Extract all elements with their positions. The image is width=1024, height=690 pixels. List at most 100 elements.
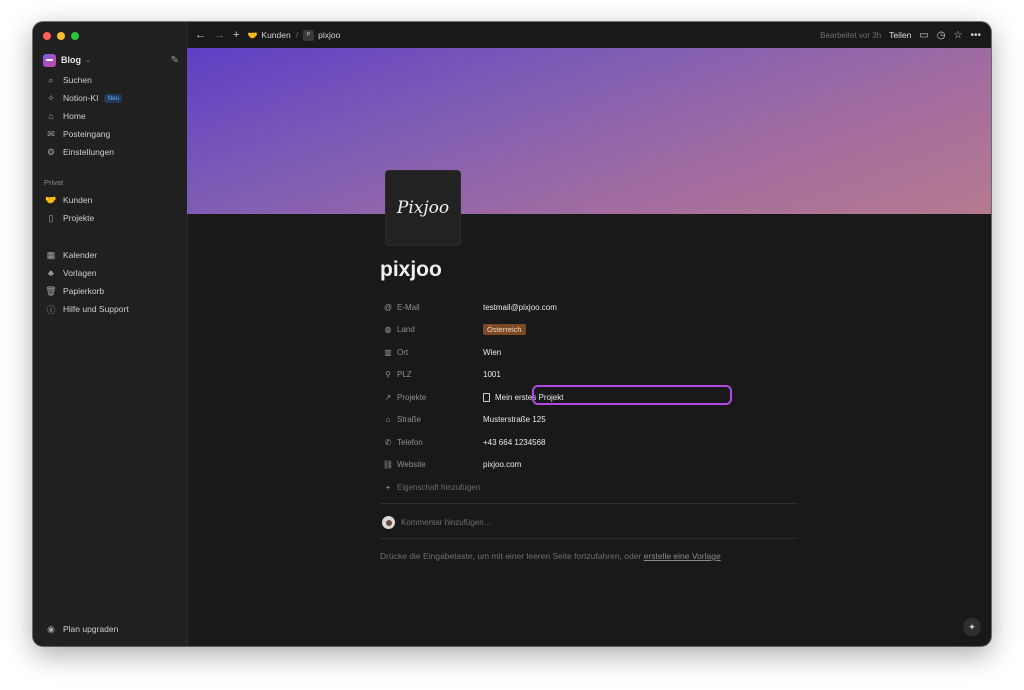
property-value[interactable]: 1001 [483,370,501,379]
share-button[interactable]: Teilen [889,30,911,40]
property-value[interactable]: Musterstraße 125 [483,415,546,424]
more-icon[interactable]: ••• [970,30,981,41]
topbar-actions: Bearbeitet vor 3h Teilen ▭ ◷ ☆ ••• [820,22,981,48]
comment-input[interactable]: Kommentar hinzufügen... [382,516,490,529]
page-title[interactable]: pixjoo [380,258,442,282]
sidebar-top-nav: ⌕ Suchen ✧ Notion-KI Neu ⌂ Home ✉ Postei… [41,71,181,161]
sidebar-item-posteingang[interactable]: ✉ Posteingang [41,125,181,143]
clock-icon[interactable]: ◷ [937,30,946,41]
ai-sparkle-button[interactable]: ✦ [963,618,981,636]
app-window: Blog ⌄ ✎ ⌕ Suchen ✧ Notion-KI Neu ⌂ Home… [33,22,991,646]
sidebar-item-projekte[interactable]: ▯ Projekte [41,209,181,227]
workspace-logo-icon [43,53,56,67]
sidebar: Blog ⌄ ✎ ⌕ Suchen ✧ Notion-KI Neu ⌂ Home… [33,22,188,646]
property-key: Projekte [397,392,427,402]
breadcrumb-item-kunden[interactable]: Kunden [261,30,290,40]
star-icon[interactable]: ☆ [954,30,963,41]
property-key: Land [397,325,415,335]
logo-text: Pixjoo [396,198,450,218]
add-property-label: Eigenschaft hinzufügen [397,482,481,492]
sidebar-item-label: Notion-KI [63,93,99,103]
property-value[interactable]: pixjoo.com [483,460,521,469]
divider [380,538,798,539]
edited-status: Bearbeitet vor 3h [820,30,882,40]
property-value[interactable]: +43 664 1234568 [483,438,546,447]
main-area: ← → + 🤝 Kunden / P pixjoo Bearbeitet vor… [187,22,991,646]
templates-icon: ♣ [48,268,54,278]
topbar: ← → + 🤝 Kunden / P pixjoo Bearbeitet vor… [187,22,991,48]
calendar-icon: ▦ [46,249,56,260]
gear-icon: ⚙ [46,146,56,157]
globe-icon: ◍ [384,325,392,335]
breadcrumb: 🤝 Kunden / P pixjoo [247,29,340,41]
property-row-ort[interactable]: ▥ Ort Wien [380,341,800,364]
page-cover[interactable] [187,48,991,214]
sidebar-item-label: Suchen [63,75,92,85]
sidebar-item-label: Kalender [63,250,98,260]
add-property-button[interactable]: + Eigenschaft hinzufügen [380,476,800,499]
document-icon [483,392,490,402]
sidebar-item-label: Kunden [63,195,93,205]
home-icon: ⌂ [48,111,54,121]
property-row-plz[interactable]: ⚲ PLZ 1001 [380,364,800,387]
sidebar-item-notion-ki[interactable]: ✧ Notion-KI Neu [41,89,181,107]
new-page-icon[interactable]: ✎ [171,55,179,66]
sidebar-item-kunden[interactable]: 🤝 Kunden [41,191,181,209]
sidebar-item-label: Vorlagen [63,268,97,278]
property-value[interactable]: Wien [483,348,501,357]
sidebar-item-suchen[interactable]: ⌕ Suchen [41,71,181,89]
pin-icon: ⚲ [385,370,391,380]
window-controls [43,32,79,40]
sidebar-item-label: Einstellungen [63,147,115,157]
sidebar-item-papierkorb[interactable]: 🗑 Papierkorb [41,282,181,300]
minimize-window-button[interactable] [57,32,65,40]
sidebar-item-label: Hilfe und Support [63,304,129,314]
empty-page-hint: Drücke die Eingabetaste, um mit einer le… [380,551,721,561]
property-key: Website [397,460,426,470]
sidebar-item-home[interactable]: ⌂ Home [41,107,181,125]
plus-icon[interactable]: + [233,29,239,41]
avatar [382,516,395,529]
forward-arrow-icon[interactable]: → [214,29,225,41]
plan-upgrade-button[interactable]: ◉ Plan upgraden [41,620,181,638]
workspace-name: Blog [61,55,81,65]
zoom-window-button[interactable] [71,32,79,40]
sparkle-icon: ✧ [47,92,55,103]
search-icon: ⌕ [48,74,54,85]
property-row-strasse[interactable]: ⌂ Straße Musterstraße 125 [380,409,800,432]
workspace-switcher[interactable]: Blog ⌄ ✎ [43,51,179,69]
create-template-link[interactable]: erstelle eine Vorlage [644,551,721,561]
page-logo-icon[interactable]: Pixjoo [386,171,460,245]
page-thumb-icon: P [303,29,315,41]
house-icon: ⌂ [385,415,391,425]
property-row-telefon[interactable]: ✆ Telefon +43 664 1234568 [380,431,800,454]
close-window-button[interactable] [43,32,51,40]
property-key: E-Mail [397,302,420,312]
back-arrow-icon[interactable]: ← [195,29,206,41]
city-icon: ▥ [384,347,392,357]
handshake-icon: 🤝 [247,30,258,40]
at-icon: @ [383,302,393,312]
section-label-privat: Privat [44,177,64,187]
link-icon: ⛓ [382,460,394,470]
sidebar-item-einstellungen[interactable]: ⚙ Einstellungen [41,143,181,161]
property-key: Straße [397,415,422,425]
sidebar-item-hilfe[interactable]: ⓘ Hilfe und Support [41,300,181,318]
plus-icon: + [385,482,391,492]
new-badge: Neu [104,93,123,103]
comment-icon[interactable]: ▭ [919,30,928,41]
select-tag[interactable]: Österreich [483,324,526,336]
chevron-down-icon: ⌄ [85,57,91,64]
upgrade-label: Plan upgraden [63,624,119,634]
upgrade-icon: ◉ [47,623,55,634]
breadcrumb-item-pixjoo[interactable]: pixjoo [318,30,340,40]
sidebar-item-label: Posteingang [63,129,111,139]
property-value[interactable]: testmail@pixjoo.com [483,303,557,312]
property-row-website[interactable]: ⛓ Website pixjoo.com [380,454,800,477]
property-row-email[interactable]: @ E-Mail testmail@pixjoo.com [380,296,800,319]
sidebar-item-vorlagen[interactable]: ♣ Vorlagen [41,264,181,282]
relation-arrow-icon: ↗ [384,392,392,402]
inbox-icon: ✉ [47,128,55,139]
sidebar-item-kalender[interactable]: ▦ Kalender [41,246,181,264]
property-row-land[interactable]: ◍ Land Österreich [380,319,800,342]
